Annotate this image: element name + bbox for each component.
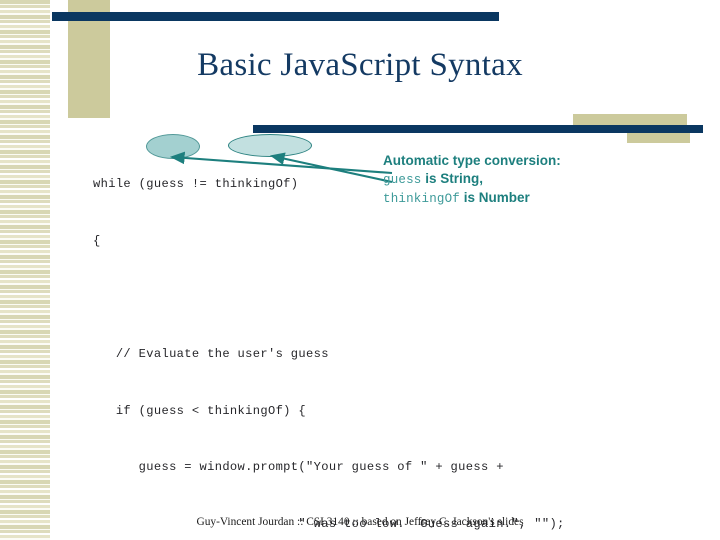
annotation-token-guess: guess bbox=[383, 173, 422, 188]
annotation-line-3-text: is Number bbox=[460, 190, 530, 206]
annotation-line-2: guess is String, bbox=[383, 170, 673, 189]
top-horizontal-rule bbox=[52, 12, 499, 21]
annotation-token-thinkingof: thinkingOf bbox=[383, 192, 461, 207]
annotation-heading: Automatic type conversion: bbox=[383, 153, 561, 168]
code-line: // Evaluate the user's guess bbox=[93, 346, 329, 361]
annotation-callout: Automatic type conversion: guess is Stri… bbox=[383, 152, 673, 209]
code-line: if (guess < thinkingOf) { bbox=[93, 403, 307, 418]
slide-footer: Guy-Vincent Jourdan :: CSI 3140 :: based… bbox=[196, 516, 524, 528]
annotation-line-3: thinkingOf is Number bbox=[383, 189, 673, 208]
highlight-ellipse-thinkingof bbox=[228, 134, 312, 157]
page-title: Basic JavaScript Syntax bbox=[197, 47, 523, 83]
annotation-line-2-text: is String, bbox=[421, 171, 484, 187]
code-line: guess = window.prompt("Your guess of " +… bbox=[93, 460, 504, 475]
slide-canvas: Basic JavaScript Syntax while (guess != … bbox=[0, 0, 720, 540]
highlight-ellipse-guess bbox=[146, 134, 200, 159]
code-line: { bbox=[93, 233, 101, 248]
tan-accent-right-lower bbox=[627, 132, 690, 143]
secondary-horizontal-rule bbox=[253, 125, 703, 133]
